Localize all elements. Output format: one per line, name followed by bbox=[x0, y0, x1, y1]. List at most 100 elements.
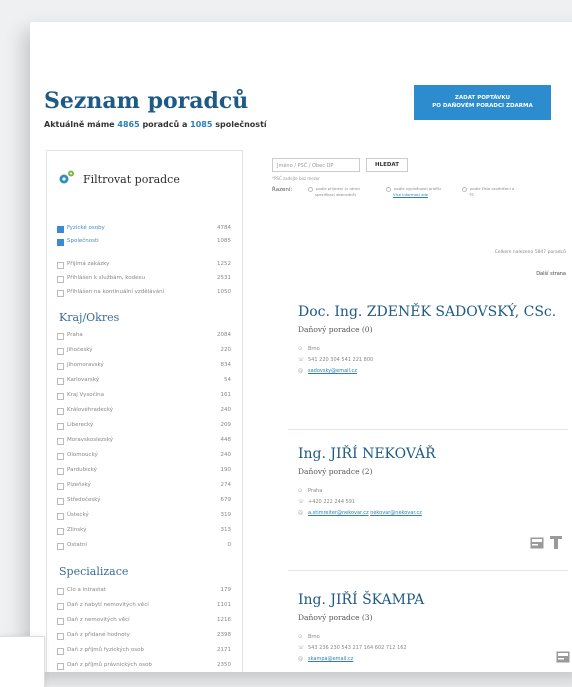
checkbox[interactable] bbox=[57, 378, 64, 385]
checkbox[interactable] bbox=[57, 453, 64, 460]
request-quote-button[interactable]: ZADAT POPTÁVKU PO DAŇOVÉM PORADCI ZDARMA bbox=[414, 85, 551, 120]
checkbox[interactable] bbox=[57, 498, 64, 505]
advisor-name[interactable]: Ing. JIŘÍ ŠKAMPA bbox=[298, 592, 558, 609]
filter-label: Daň z příjmů fyzických osob bbox=[67, 647, 144, 653]
checkbox[interactable] bbox=[57, 588, 64, 595]
checkbox[interactable] bbox=[57, 408, 64, 415]
filter-count: 240 bbox=[220, 452, 232, 458]
page-subtitle: Aktuálně máme 4865 poradců a 1085 společ… bbox=[44, 120, 267, 129]
checkbox[interactable] bbox=[57, 239, 64, 246]
checkbox[interactable] bbox=[57, 633, 64, 640]
filter-count: 0 bbox=[227, 542, 232, 548]
filter-item[interactable]: Královéhradecký 240 bbox=[57, 407, 231, 417]
filter-count: 313 bbox=[220, 527, 232, 533]
filter-label: Jihomoravský bbox=[67, 362, 104, 368]
sort-option[interactable]: podle příjmení (v rámci specifikací abec… bbox=[308, 186, 360, 197]
filter-label: Karlovarský bbox=[67, 377, 100, 383]
radio-button[interactable] bbox=[386, 186, 391, 192]
filter-label: Clo a intrastat bbox=[67, 587, 106, 593]
checkbox[interactable] bbox=[57, 483, 64, 490]
checkbox[interactable] bbox=[57, 663, 64, 670]
badge-icon[interactable] bbox=[550, 534, 562, 553]
card-icon[interactable] bbox=[530, 534, 544, 553]
filter-item[interactable]: Pardubický 190 bbox=[57, 467, 231, 477]
search-button[interactable]: HLEDAT bbox=[366, 158, 408, 172]
checkbox[interactable] bbox=[57, 438, 64, 445]
filter-item[interactable]: Clo a intrastat 179 bbox=[57, 587, 231, 597]
filter-item[interactable]: Daň z příjmů fyzických osob 2171 bbox=[57, 647, 231, 657]
checkbox[interactable] bbox=[57, 618, 64, 625]
filter-item[interactable]: Jihočeský 220 bbox=[57, 347, 231, 357]
filter-item[interactable]: Ústecký 319 bbox=[57, 512, 231, 522]
filter-item[interactable]: Jihomoravský 834 bbox=[57, 362, 231, 372]
checkbox[interactable] bbox=[57, 543, 64, 550]
filter-item[interactable]: Kraj Vysočina 161 bbox=[57, 392, 231, 402]
search-input[interactable]: Jméno / PSČ / Obec DP bbox=[272, 158, 360, 172]
results-panel: Jméno / PSČ / Obec DP HLEDAT *PSČ zadejt… bbox=[258, 150, 570, 672]
checkbox[interactable] bbox=[57, 348, 64, 355]
checkbox[interactable] bbox=[57, 648, 64, 655]
filter-item[interactable]: Zlínský 313 bbox=[57, 527, 231, 537]
checkbox[interactable] bbox=[57, 603, 64, 610]
advisor-role: Daňový poradce (2) bbox=[298, 467, 373, 476]
advisor-contact: ⊙ Brno ☏ 541 220 304 541 221 800 @ sadovsky… bbox=[298, 344, 558, 377]
next-page-link[interactable]: Další strana bbox=[536, 271, 566, 277]
more-info-link[interactable]: Více informací zde bbox=[393, 192, 428, 197]
filter-item[interactable]: Karlovarský 54 bbox=[57, 377, 231, 387]
checkbox[interactable] bbox=[57, 393, 64, 400]
checkbox[interactable] bbox=[57, 226, 64, 233]
advisor-email[interactable]: a.stimreiter@nekovar.cz bbox=[308, 510, 369, 516]
filter-item[interactable]: Fyzické osoby 4784 bbox=[57, 225, 231, 235]
filter-label: Daň z příjmů právnických osob bbox=[67, 662, 152, 668]
filter-item[interactable]: Společnosti 1085 bbox=[57, 238, 231, 248]
filter-item[interactable]: Daň z příjmů právnických osob 2350 bbox=[57, 662, 231, 672]
radio-button[interactable] bbox=[308, 186, 313, 192]
filter-item[interactable]: Ostatní 0 bbox=[57, 542, 231, 552]
advisor-email[interactable]: skampa@email.cz bbox=[308, 656, 353, 662]
checkbox[interactable] bbox=[57, 468, 64, 475]
filter-item[interactable]: Přihlášen k službám, kodexu 2531 bbox=[57, 275, 231, 285]
checkbox[interactable] bbox=[57, 513, 64, 520]
filter-item[interactable]: Praha 2084 bbox=[57, 332, 231, 342]
advisor-card: Ing. JIŘÍ ŠKAMPA Daňový poradce (3) ⊙ Brn… bbox=[298, 592, 558, 665]
filter-label: Jihočeský bbox=[67, 347, 93, 353]
sort-option[interactable]: podle vyplněnosti profilu Více informací… bbox=[386, 186, 441, 197]
checkbox[interactable] bbox=[57, 262, 64, 269]
filter-count: 319 bbox=[220, 512, 232, 518]
email-icon: @ bbox=[298, 656, 303, 662]
sort-option-text: TS bbox=[469, 191, 474, 197]
filter-item[interactable]: Přijímá zakázky 1252 bbox=[57, 261, 231, 271]
pin-icon: ⊙ bbox=[298, 634, 303, 640]
checkbox[interactable] bbox=[57, 528, 64, 535]
checkbox[interactable] bbox=[57, 423, 64, 430]
filter-item[interactable]: Daň z nemovitých věcí 1216 bbox=[57, 617, 231, 627]
subtitle-prefix: Aktuálně máme bbox=[44, 120, 115, 129]
filter-item[interactable]: Liberecký 209 bbox=[57, 422, 231, 432]
filter-item[interactable]: Středočeský 679 bbox=[57, 497, 231, 507]
filter-item[interactable]: Daň z nabytí nemovitých věcí 1101 bbox=[57, 602, 231, 612]
filter-item[interactable]: Daň z přidané hodnoty 2398 bbox=[57, 632, 231, 642]
card-icon[interactable] bbox=[556, 648, 570, 667]
filter-item[interactable]: Plzeňský 274 bbox=[57, 482, 231, 492]
advisor-email[interactable]: nekovar@nekovar.cz bbox=[370, 510, 422, 516]
advisor-name[interactable]: Doc. Ing. ZDENĚK SADOVSKÝ, CSc. bbox=[298, 304, 558, 321]
filter-item[interactable]: Moravskoslezský 448 bbox=[57, 437, 231, 447]
filter-item[interactable]: Přihlášen na kontinuální vzdělávání 1050 bbox=[57, 289, 231, 299]
filter-count: 1216 bbox=[217, 617, 231, 623]
advisor-name[interactable]: Ing. JIŘÍ NEKOVÁŘ bbox=[298, 446, 558, 463]
sort-option[interactable]: podle čísla osvědčení a TS bbox=[462, 186, 514, 197]
filter-item[interactable]: Olomoucký 240 bbox=[57, 452, 231, 462]
checkbox[interactable] bbox=[57, 363, 64, 370]
radio-button[interactable] bbox=[462, 186, 467, 192]
advisor-email[interactable]: sadovsky@email.cz bbox=[308, 368, 357, 374]
checkbox[interactable] bbox=[57, 333, 64, 340]
filter-count: 209 bbox=[220, 422, 232, 428]
advisor-role: Daňový poradce (0) bbox=[298, 325, 373, 334]
filter-sidebar: Filtrovat poradce Fyzické osoby 4784 Spol… bbox=[46, 150, 243, 672]
checkbox[interactable] bbox=[57, 290, 64, 297]
filter-count: 179 bbox=[220, 587, 232, 593]
email-icon: @ bbox=[298, 368, 303, 374]
filter-label: Fyzické osoby bbox=[67, 225, 105, 231]
divider bbox=[288, 570, 568, 571]
checkbox[interactable] bbox=[57, 276, 64, 283]
